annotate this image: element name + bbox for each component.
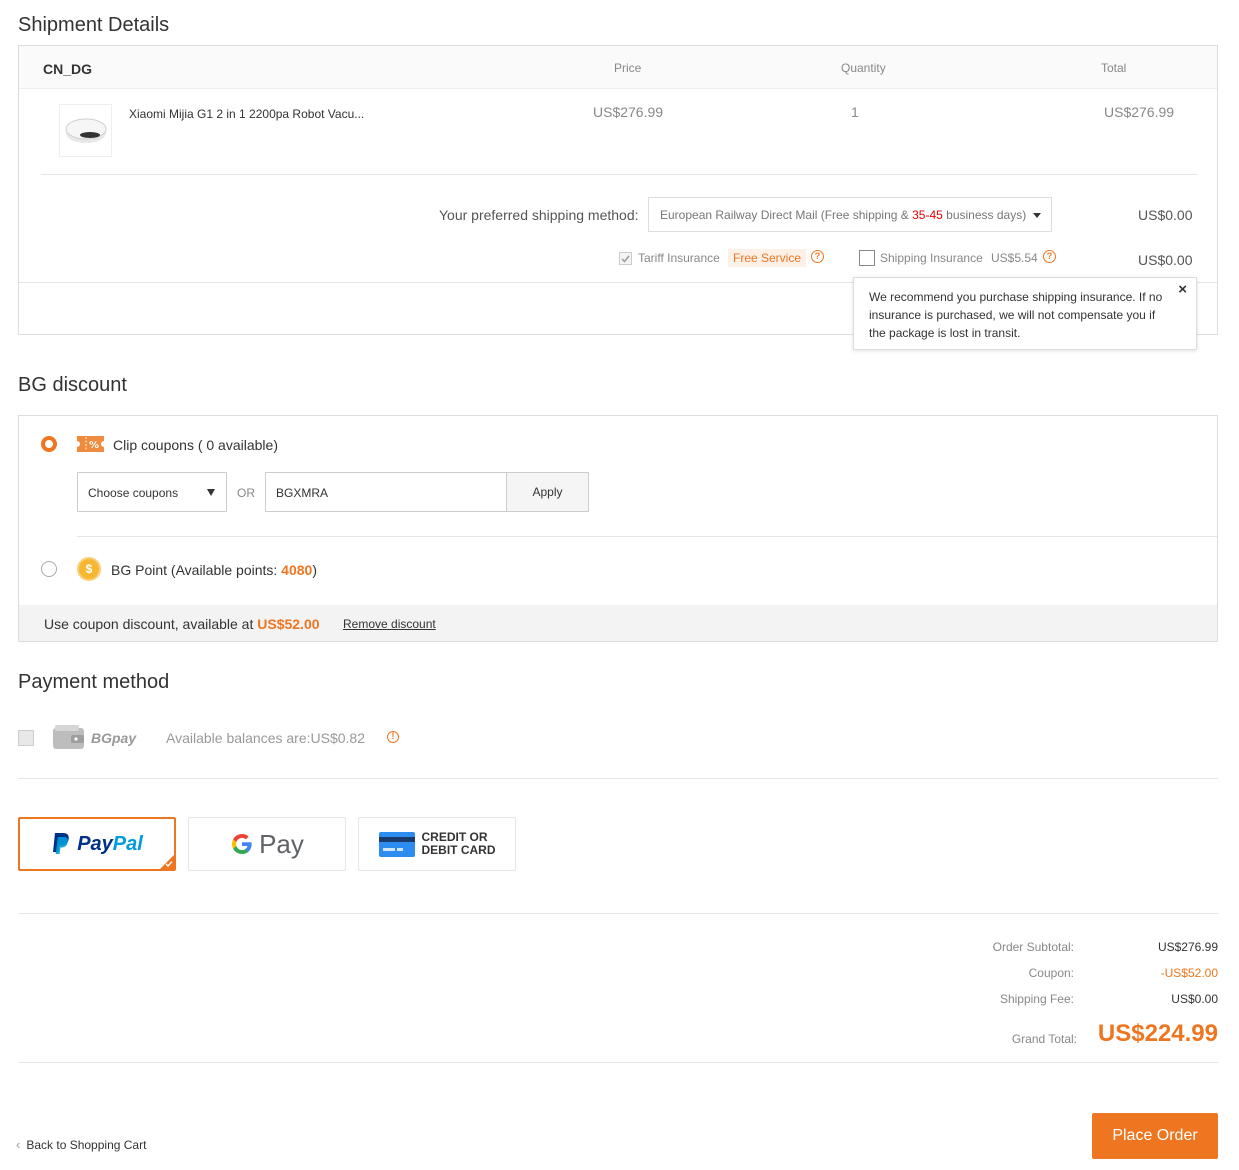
place-order-button[interactable]: Place Order — [1092, 1113, 1218, 1159]
paypal-icon — [53, 833, 69, 854]
coupon-code-value: BGXMRA — [276, 486, 329, 500]
shipping-method-value-end: business days) — [942, 208, 1027, 222]
choose-coupons-value: Choose coupons — [88, 486, 179, 500]
close-icon[interactable]: × — [1178, 281, 1187, 299]
bgpay-label: BGpay — [91, 730, 137, 746]
bgpay-checkbox[interactable] — [18, 730, 34, 746]
coupon-value: -US$52.00 — [1160, 966, 1218, 980]
product-quantity: 1 — [851, 104, 859, 120]
bg-point-label: BG Point (Available points: 4080) — [111, 562, 317, 578]
shipping-insurance-checkbox[interactable] — [859, 250, 875, 266]
or-label: OR — [237, 486, 255, 500]
credit-card-icon — [378, 831, 415, 857]
clip-coupons-radio[interactable] — [41, 436, 57, 452]
shipping-days: 35-45 — [912, 208, 943, 222]
divider — [41, 174, 1197, 175]
divider — [77, 536, 1217, 537]
tariff-checkbox[interactable] — [619, 252, 632, 265]
bg-point-radio[interactable] — [41, 561, 57, 577]
divider — [18, 778, 1218, 779]
tooltip-text: We recommend you purchase shipping insur… — [869, 290, 1163, 340]
payment-heading: Payment method — [18, 671, 170, 693]
grand-total-label: Grand Total: — [1011, 1032, 1077, 1046]
card-label-line2: DEBIT CARD — [421, 843, 496, 857]
paypal-option[interactable]: Pay Pal — [18, 817, 176, 871]
robot-vacuum-image — [65, 118, 107, 143]
shipment-heading: Shipment Details — [18, 14, 170, 36]
shipping-fee-label: Shipping Fee: — [999, 992, 1074, 1006]
shipping-insurance-price: US$5.54 — [991, 251, 1038, 265]
insurance-cost: US$0.00 — [1138, 252, 1193, 268]
google-pay-label: Pay — [259, 828, 304, 859]
clip-coupons-label: Clip coupons ( 0 available) — [113, 437, 278, 453]
caret-down-icon — [1033, 213, 1041, 218]
subtotal-label: Order Subtotal: — [992, 940, 1074, 954]
apply-button[interactable]: Apply — [506, 472, 589, 512]
bgpay-balance: Available balances are:US$0.82 — [166, 730, 365, 746]
shipping-method-value: European Railway Direct Mail (Free shipp… — [660, 208, 913, 222]
check-icon — [621, 255, 630, 263]
paypal-label-b: Pal — [112, 832, 143, 855]
svg-text:%: % — [89, 440, 99, 451]
back-to-cart-link[interactable]: ‹ Back to Shopping Cart — [16, 1137, 146, 1152]
shipping-cost: US$0.00 — [1138, 207, 1193, 223]
warehouse-label: CN_DG — [43, 61, 93, 77]
info-icon[interactable]: ! — [387, 731, 399, 743]
check-icon — [165, 861, 173, 868]
coin-icon: $ — [77, 557, 101, 581]
product-total: US$276.99 — [1104, 104, 1175, 120]
caret-down-icon — [207, 489, 215, 496]
divider — [18, 1062, 1218, 1063]
help-icon[interactable]: ? — [811, 250, 824, 263]
shipping-fee-value: US$0.00 — [1171, 992, 1218, 1006]
card-option[interactable]: CREDIT OR DEBIT CARD — [358, 817, 516, 871]
back-to-cart-label: Back to Shopping Cart — [26, 1138, 147, 1152]
discount-summary-bar: Use coupon discount, available at US$52.… — [19, 605, 1217, 641]
google-g-icon — [232, 834, 252, 854]
subtotal-value: US$276.99 — [1157, 940, 1218, 954]
discount-panel: % Clip coupons ( 0 available) Choose cou… — [18, 415, 1218, 642]
google-pay-option[interactable]: Pay — [188, 817, 346, 871]
discount-summary-text: Use coupon discount, available at US$52.… — [44, 616, 320, 632]
shipping-insurance-label: Shipping Insurance — [880, 251, 983, 265]
divider — [18, 913, 1218, 914]
tariff-label: Tariff Insurance — [638, 251, 720, 265]
insurance-tooltip: We recommend you purchase shipping insur… — [853, 277, 1197, 350]
paypal-label-a: Pay — [77, 832, 113, 855]
column-quantity: Quantity — [841, 61, 886, 75]
shipping-method-label: Your preferred shipping method: — [439, 207, 639, 223]
discount-amount: US$52.00 — [257, 616, 320, 632]
product-thumbnail[interactable] — [59, 104, 112, 157]
column-total: Total — [1101, 61, 1127, 75]
help-icon[interactable]: ? — [1043, 250, 1056, 263]
grand-total-value: US$224.99 — [1097, 1020, 1218, 1047]
coupon-code-input[interactable]: BGXMRA — [265, 472, 507, 512]
coupon-label: Coupon: — [1028, 966, 1074, 980]
bg-point-value: 4080 — [281, 562, 313, 578]
product-price: US$276.99 — [593, 104, 664, 120]
product-name[interactable]: Xiaomi Mijia G1 2 in 1 2200pa Robot Vacu… — [129, 107, 364, 121]
chevron-left-icon: ‹ — [16, 1137, 21, 1152]
coupon-icon: % — [77, 436, 104, 455]
remove-discount-link[interactable]: Remove discount — [343, 617, 436, 631]
discount-heading: BG discount — [18, 374, 127, 396]
column-price: Price — [614, 61, 642, 75]
wallet-icon — [53, 725, 85, 752]
shipping-method-select[interactable]: European Railway Direct Mail (Free shipp… — [648, 197, 1052, 232]
choose-coupons-select[interactable]: Choose coupons — [77, 472, 227, 512]
free-service-badge: Free Service — [728, 249, 807, 267]
